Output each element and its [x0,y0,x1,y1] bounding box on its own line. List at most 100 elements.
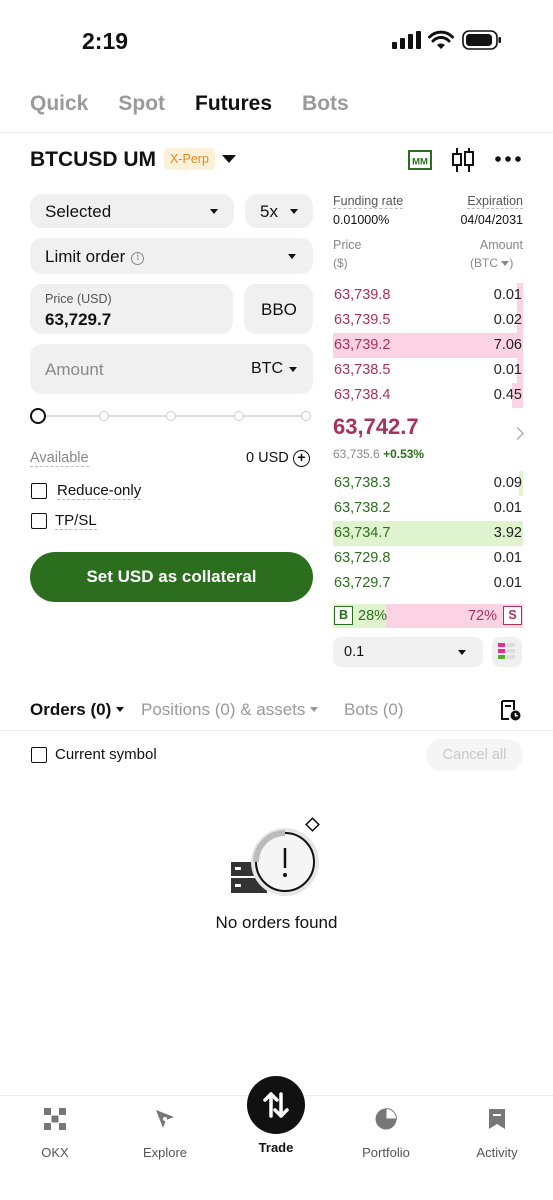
current-symbol-checkbox[interactable] [31,747,47,763]
bid-row[interactable]: 63,729.8 0.01 [333,546,523,571]
bbo-button[interactable]: BBO [244,284,313,334]
divider [0,730,553,731]
market-type-tabs: Quick Spot Futures Bots [30,92,349,116]
tpsl-checkbox[interactable] [31,513,47,529]
bid-amount: 0.01 [493,550,522,566]
market-maker-icon[interactable]: MM [408,150,432,170]
orderbook-layout-button[interactable] [492,637,522,667]
ask-price: 63,739.5 [334,312,391,328]
nav-portfolio[interactable]: Portfolio [331,1100,441,1160]
amount-unit-select[interactable]: BTC [251,360,283,378]
slider-step-75[interactable] [234,411,244,421]
ask-row[interactable]: 63,738.4 0.45 [333,383,523,408]
amount-input[interactable]: Amount BTC [30,344,313,394]
ask-row[interactable]: 63,739.8 0.01 [333,283,523,308]
reduce-only-label[interactable]: Reduce-only [57,482,142,500]
tab-futures[interactable]: Futures [195,92,272,116]
expiration-value: 04/04/2031 [460,213,523,227]
slider-step-25[interactable] [99,411,109,421]
symbol-dropdown-icon[interactable] [222,155,236,163]
reduce-only-checkbox[interactable] [31,483,47,499]
price-step-value: 0.1 [344,644,365,660]
price-step-select[interactable]: 0.1 [333,637,483,667]
price-input[interactable]: Price (USD) 63,729.7 [30,284,233,334]
chevron-down-icon [288,254,296,259]
sell-percent: 72% [467,608,497,624]
compass-icon [156,1110,174,1128]
price-column-header: Price [333,238,362,252]
symbol-title[interactable]: BTCUSD UM [30,148,156,172]
bid-row[interactable]: 63,738.3 0.09 [333,471,523,496]
add-funds-icon[interactable]: + [293,450,310,467]
funding-rate-value: 0.01000% [333,213,390,227]
available-balance: 0 USD [246,450,289,466]
cancel-all-button[interactable]: Cancel all [426,739,523,771]
battery-icon [462,30,501,50]
nav-explore[interactable]: Explore [110,1100,220,1160]
activity-bookmark-icon [489,1109,505,1129]
order-history-icon[interactable] [499,699,523,723]
current-symbol-label[interactable]: Current symbol [55,746,157,763]
margin-mode-select[interactable]: Selected [30,194,234,228]
leverage-value: 5x [260,202,278,221]
tab-spot[interactable]: Spot [118,92,165,116]
bid-price: 63,734.7 [334,525,391,541]
bid-row[interactable]: 63,738.2 0.01 [333,496,523,521]
price-column-unit: ($) [333,256,348,270]
leverage-select[interactable]: 5x [245,194,313,228]
amount-unit-label: (BTC [470,256,498,270]
tpsl-label[interactable]: TP/SL [55,512,97,530]
svg-text:MM: MM [412,157,428,168]
tab-bots-orders[interactable]: Bots (0) [344,700,404,720]
ask-price: 63,738.5 [334,362,391,378]
nav-activity[interactable]: Activity [442,1100,552,1160]
chevron-down-icon [290,209,298,214]
status-time: 2:19 [82,28,129,54]
nav-explore-label: Explore [142,1145,188,1160]
chevron-right-icon[interactable] [511,427,524,440]
ask-row[interactable]: 63,739.5 0.02 [333,308,523,333]
nav-trade[interactable]: Trade [221,1100,331,1155]
info-icon[interactable]: i [131,252,145,265]
slider-handle[interactable] [30,408,46,424]
divider [0,132,553,133]
ask-amount: 0.01 [493,287,522,303]
slider-step-50[interactable] [166,411,176,421]
order-type-select[interactable]: Limit order i [30,238,313,274]
order-type-value: Limit order [45,247,126,266]
mark-price-line: 63,735.6 +0.53% [333,447,424,461]
tab-quick[interactable]: Quick [30,92,88,116]
amount-unit-select[interactable]: (BTC ) [470,256,513,270]
ask-row[interactable]: 63,739.2 7.06 [333,333,523,358]
tab-orders[interactable]: Orders (0) [30,700,124,720]
bid-price: 63,729.7 [334,575,391,591]
bid-row[interactable]: 63,734.7 3.92 [333,521,523,546]
ask-price: 63,739.2 [334,337,391,353]
tab-positions-assets[interactable]: Positions (0) & assets [141,700,319,720]
available-label: Available [30,450,89,467]
no-orders-illustration-icon [231,817,320,896]
cellular-signal-icon [392,31,421,49]
candlestick-chart-icon[interactable] [450,146,476,174]
contract-type-badge: X-Perp [164,148,215,170]
more-options-icon[interactable] [494,155,522,163]
ask-amount: 0.01 [493,362,522,378]
bid-amount: 3.92 [493,525,522,541]
chevron-down-icon [210,209,218,214]
nav-okx[interactable]: OKX [0,1100,110,1160]
bid-amount: 0.01 [493,500,522,516]
chevron-down-icon [115,707,124,712]
ask-row[interactable]: 63,738.5 0.01 [333,358,523,383]
buy-sell-ratio: B 28% 72% S [333,604,523,628]
set-collateral-button[interactable]: Set USD as collateral [30,552,313,602]
tab-bots[interactable]: Bots [302,92,349,116]
funding-rate-label[interactable]: Funding rate [333,194,404,209]
okx-logo-icon [44,1108,66,1130]
bid-row[interactable]: 63,729.7 0.01 [333,571,523,596]
slider-step-100[interactable] [301,411,311,421]
bbo-label: BBO [261,300,297,319]
ask-price: 63,739.8 [334,287,391,303]
ask-price: 63,738.4 [334,387,391,403]
bid-amount: 0.01 [493,575,522,591]
amount-slider[interactable] [30,408,313,424]
